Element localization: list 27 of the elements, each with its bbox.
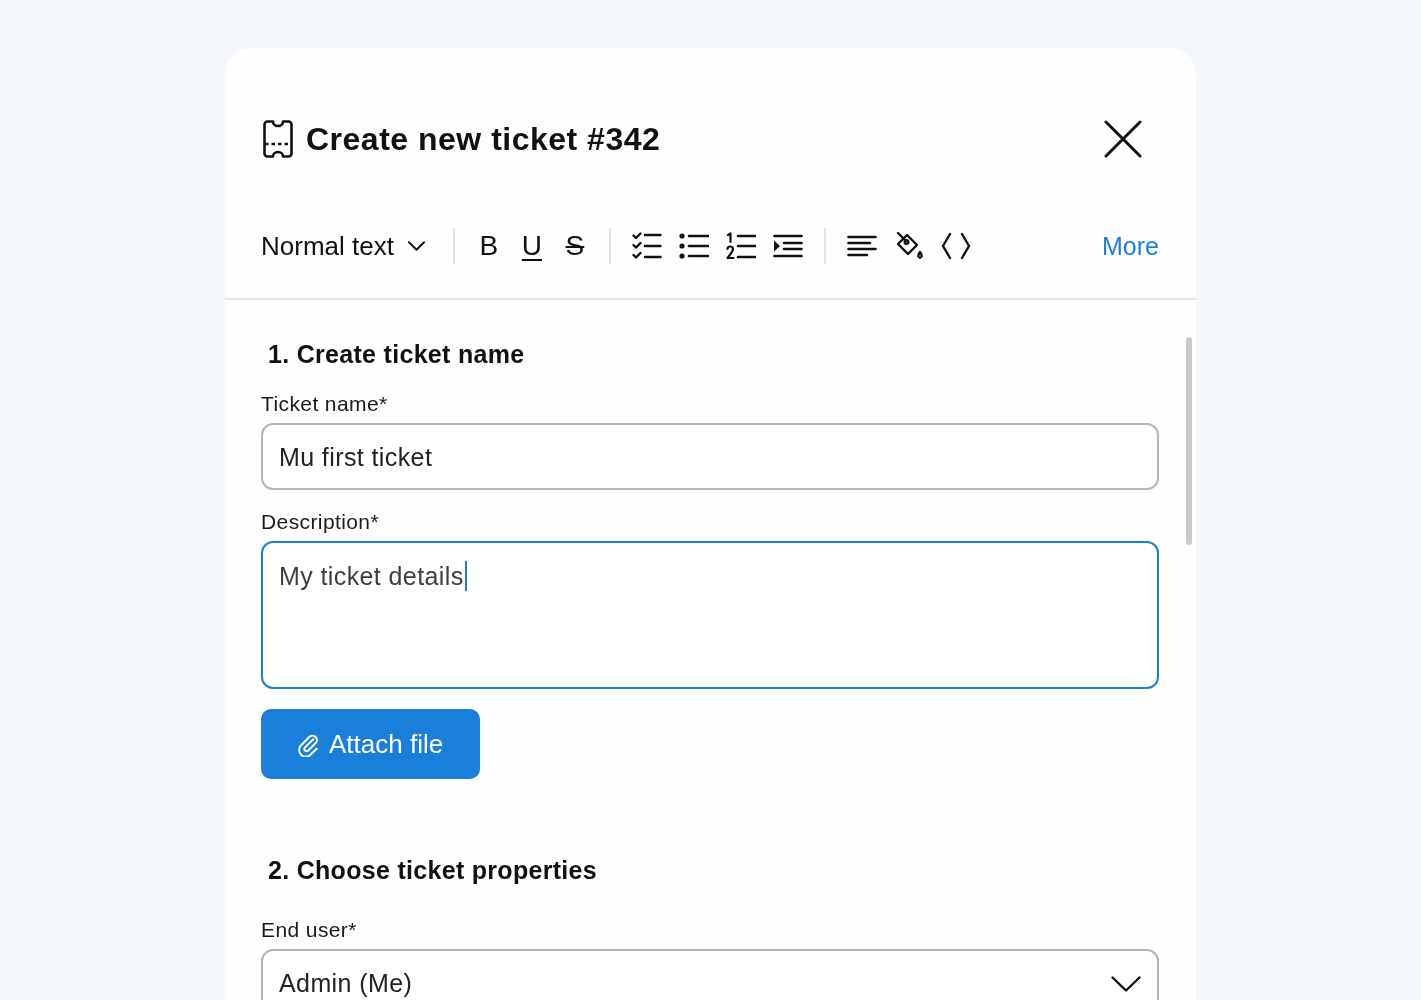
more-link[interactable]: More: [1102, 231, 1159, 261]
chevron-down-icon: [407, 241, 425, 251]
dropdown-select[interactable]: Admin (Me): [261, 949, 1159, 1000]
underline-button[interactable]: U: [518, 230, 545, 262]
bold-button[interactable]: B: [475, 230, 502, 262]
checklist-icon[interactable]: [631, 232, 662, 260]
field-label: Ticket name*: [261, 392, 389, 416]
scrollbar[interactable]: [1186, 337, 1192, 545]
close-icon[interactable]: [1104, 120, 1142, 158]
text-style-dropdown[interactable]: Normal text: [261, 231, 425, 261]
chevron-down-icon: [1111, 976, 1141, 992]
bullet-list-icon[interactable]: [678, 233, 709, 259]
indent-icon[interactable]: [772, 234, 803, 258]
text-area[interactable]: My ticket details: [261, 541, 1159, 689]
text-cursor: [464, 561, 467, 591]
ticket-icon: [263, 120, 293, 158]
code-icon[interactable]: [940, 232, 971, 260]
section-heading: 1. Create ticket name: [268, 339, 526, 369]
field-label: End user*: [261, 918, 358, 942]
field-label: Description*: [261, 510, 380, 534]
dialog-title: Create new ticket #342: [306, 120, 661, 158]
numbered-list-icon[interactable]: [725, 232, 756, 260]
attach-file-button[interactable]: Attach file: [261, 709, 481, 779]
align-left-icon[interactable]: [846, 235, 877, 257]
text-input[interactable]: Mu first ticket: [261, 423, 1159, 490]
section-heading: 2. Choose ticket properties: [268, 855, 599, 885]
strikethrough-button[interactable]: S: [561, 230, 588, 262]
